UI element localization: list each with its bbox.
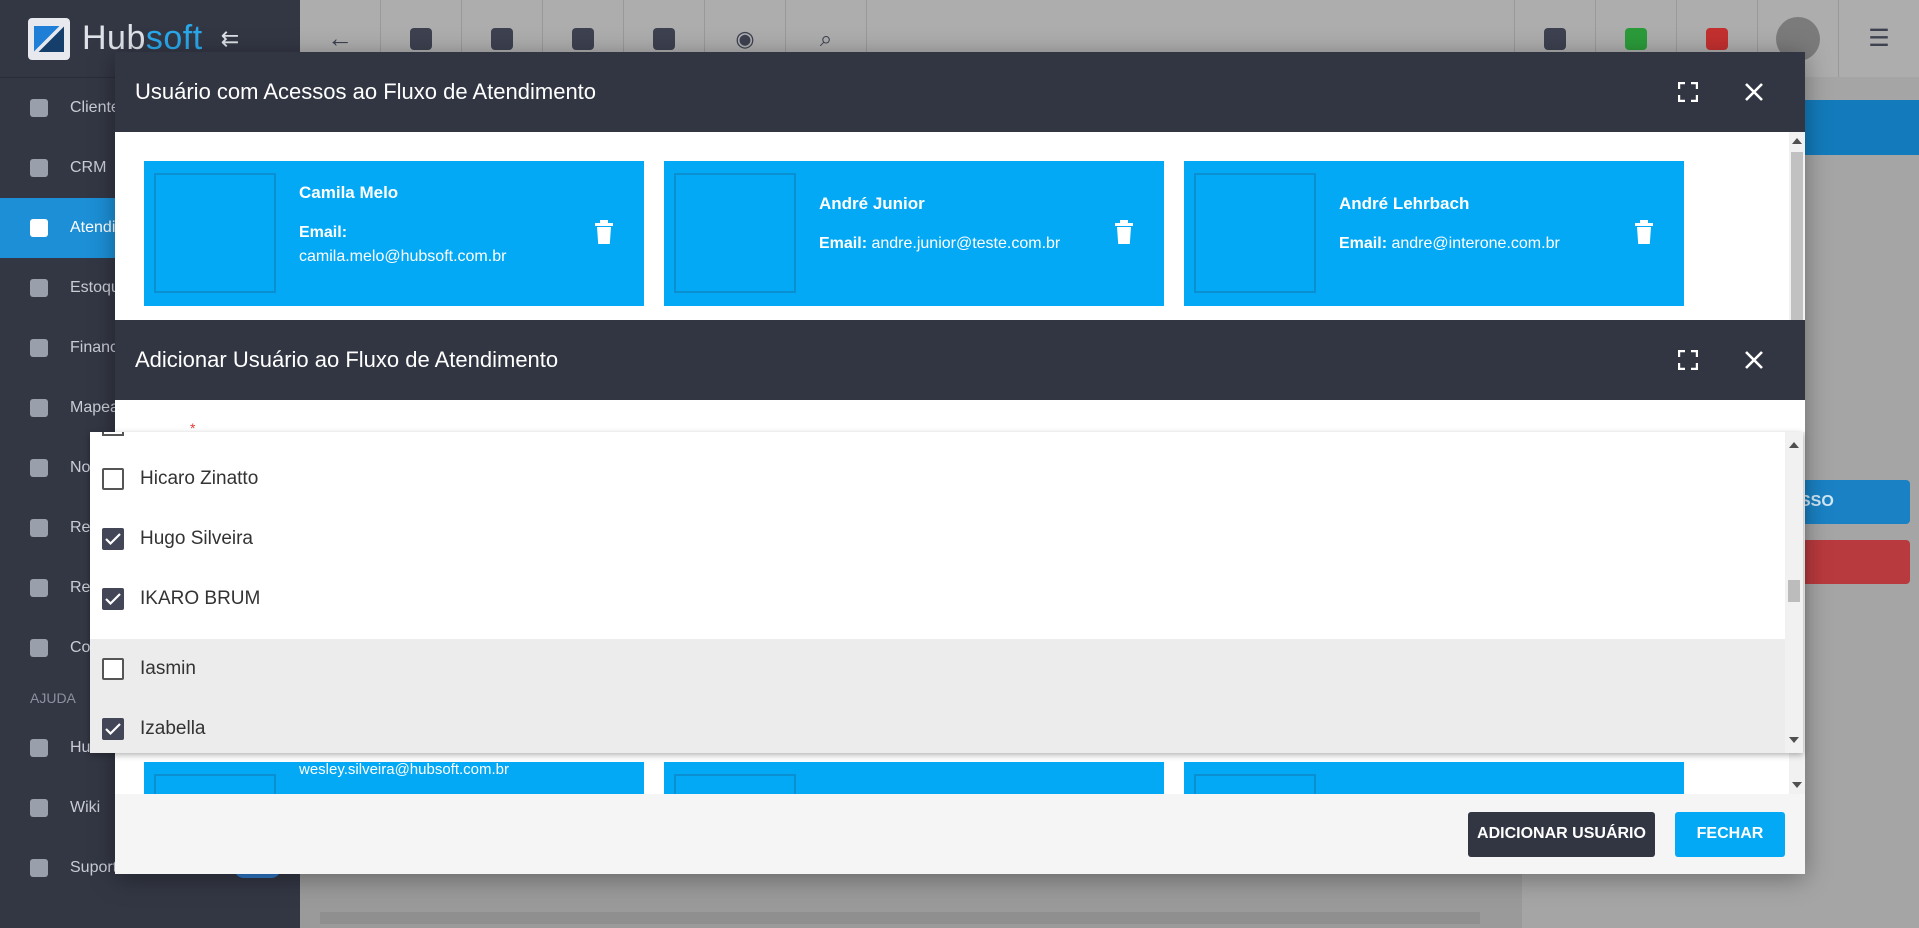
close-icon[interactable] bbox=[1741, 79, 1767, 105]
user-photo bbox=[1194, 173, 1316, 293]
user-email: Email: camila.melo@hubsoft.com.br bbox=[299, 221, 569, 269]
modal-header: Adicionar Usuário ao Fluxo de Atendiment… bbox=[115, 320, 1805, 400]
scroll-down-icon[interactable] bbox=[1789, 737, 1799, 743]
modal-header: Usuário com Acessos ao Fluxo de Atendime… bbox=[115, 52, 1805, 132]
user-card: André Junior Email: andre.junior@teste.c… bbox=[664, 161, 1164, 306]
option-label: IKARO BRUM bbox=[140, 588, 261, 609]
eye-icon: ◉ bbox=[735, 25, 755, 51]
user-card bbox=[664, 762, 1164, 794]
trash-icon[interactable] bbox=[1114, 220, 1134, 244]
option-label: Hicaro Zinatto bbox=[140, 468, 259, 489]
trash-icon[interactable] bbox=[1634, 220, 1654, 244]
arrow-left-icon: ← bbox=[327, 23, 353, 53]
clientes-icon bbox=[30, 99, 48, 117]
pdf-icon bbox=[1544, 27, 1566, 50]
close-icon[interactable] bbox=[1741, 347, 1767, 373]
modal-title: Adicionar Usuário ao Fluxo de Atendiment… bbox=[135, 347, 559, 372]
close-button[interactable]: FECHAR bbox=[1675, 811, 1785, 857]
sidebar-item-label: CRM bbox=[70, 159, 107, 176]
email-label: Email: bbox=[1339, 235, 1388, 252]
user-photo bbox=[674, 173, 796, 293]
calendar-clock-icon bbox=[491, 27, 513, 50]
email-value: andre@interone.com.br bbox=[1391, 235, 1560, 252]
scroll-up-icon[interactable] bbox=[1792, 138, 1802, 144]
atendimento-icon bbox=[30, 219, 48, 237]
fullscreen-icon[interactable] bbox=[1675, 79, 1701, 105]
add-user-modal: Adicionar Usuário ao Fluxo de Atendiment… bbox=[115, 320, 1805, 436]
sidebar-item-label: Wiki bbox=[70, 799, 101, 816]
scroll-up-icon[interactable] bbox=[1789, 442, 1799, 448]
alarm-icon bbox=[1706, 27, 1728, 50]
menu-button[interactable]: ☰ bbox=[1838, 0, 1919, 77]
checkbox[interactable] bbox=[102, 718, 124, 740]
list-item[interactable]: Hugo Silveira bbox=[90, 509, 1785, 569]
user-card bbox=[1184, 762, 1684, 794]
map-pin-icon bbox=[30, 399, 48, 417]
server-icon bbox=[30, 519, 48, 537]
chat-icon bbox=[30, 859, 48, 877]
user-email: Email: andre.junior@teste.com.br bbox=[819, 232, 1139, 256]
contacts-icon bbox=[410, 27, 432, 50]
gear-icon bbox=[30, 639, 48, 657]
modal-footer: ADICIONAR USUÁRIO FECHAR bbox=[115, 794, 1805, 874]
crm-icon bbox=[30, 159, 48, 177]
user-email: Email: andre@interone.com.br bbox=[1339, 232, 1659, 256]
email-label: Email: bbox=[299, 224, 348, 241]
trash-icon[interactable] bbox=[594, 220, 614, 244]
user-photo bbox=[1194, 774, 1316, 794]
list-item[interactable]: Hicaro Zinatto bbox=[90, 449, 1785, 509]
document-icon bbox=[30, 579, 48, 597]
user-card: wesley.silveira@hubsoft.com.br bbox=[144, 761, 644, 794]
modal-title: Usuário com Acessos ao Fluxo de Atendime… bbox=[135, 79, 597, 104]
wiki-icon bbox=[30, 799, 48, 817]
user-email: wesley.silveira@hubsoft.com.br bbox=[299, 761, 510, 778]
user-photo bbox=[154, 173, 276, 293]
notes-icon bbox=[30, 459, 48, 477]
email-label: Email: bbox=[819, 235, 868, 252]
check-message-icon bbox=[1625, 27, 1647, 50]
checkbox[interactable] bbox=[102, 528, 124, 550]
scrollbar-thumb[interactable] bbox=[1788, 580, 1800, 602]
background-button-label: SSO bbox=[1800, 493, 1834, 510]
list-item[interactable]: Izabella bbox=[90, 699, 1785, 753]
fullscreen-icon[interactable] bbox=[1675, 347, 1701, 373]
terminal-icon bbox=[653, 27, 675, 50]
list-menu-icon: ☰ bbox=[1868, 25, 1890, 52]
user-name: André Junior bbox=[819, 194, 925, 213]
option-label: Iasmin bbox=[140, 658, 196, 679]
add-user-button[interactable]: ADICIONAR USUÁRIO bbox=[1468, 811, 1655, 857]
user-name: André Lehrbach bbox=[1339, 194, 1470, 213]
background-horizontal-scrollbar[interactable] bbox=[320, 912, 1480, 924]
checkbox[interactable] bbox=[102, 588, 124, 610]
email-value: camila.melo@hubsoft.com.br bbox=[299, 248, 507, 265]
user-select-dropdown[interactable]: Hicaro Zinatto Hugo Silveira IKARO BRUM … bbox=[90, 432, 1803, 753]
hubsoft-logo-icon bbox=[28, 17, 70, 60]
user-card: André Lehrbach Email: andre@interone.com… bbox=[1184, 161, 1684, 306]
clipped-list-item bbox=[102, 432, 124, 436]
money-icon bbox=[30, 339, 48, 357]
checkbox[interactable] bbox=[102, 658, 124, 680]
box-icon bbox=[30, 279, 48, 297]
option-label: Izabella bbox=[140, 718, 206, 739]
user-card: Camila Melo Email: camila.melo@hubsoft.co… bbox=[144, 161, 644, 306]
youtube-icon bbox=[30, 739, 48, 757]
list-item[interactable]: Iasmin bbox=[90, 639, 1785, 699]
dropdown-scrollbar[interactable] bbox=[1785, 432, 1803, 753]
scrollbar-thumb[interactable] bbox=[1791, 152, 1803, 322]
list-item[interactable]: IKARO BRUM bbox=[90, 569, 1785, 629]
checkbox[interactable] bbox=[102, 468, 124, 490]
user-photo bbox=[674, 774, 796, 794]
search-icon: ⌕ bbox=[819, 25, 833, 51]
scroll-down-icon[interactable] bbox=[1792, 782, 1802, 788]
option-label: Hugo Silveira bbox=[140, 528, 253, 549]
user-photo bbox=[154, 774, 276, 794]
collapse-sidebar-icon[interactable]: ⇇ bbox=[221, 26, 239, 52]
dollar-icon bbox=[572, 27, 594, 50]
email-value: andre.junior@teste.com.br bbox=[871, 235, 1061, 252]
user-name: Camila Melo bbox=[299, 183, 399, 202]
